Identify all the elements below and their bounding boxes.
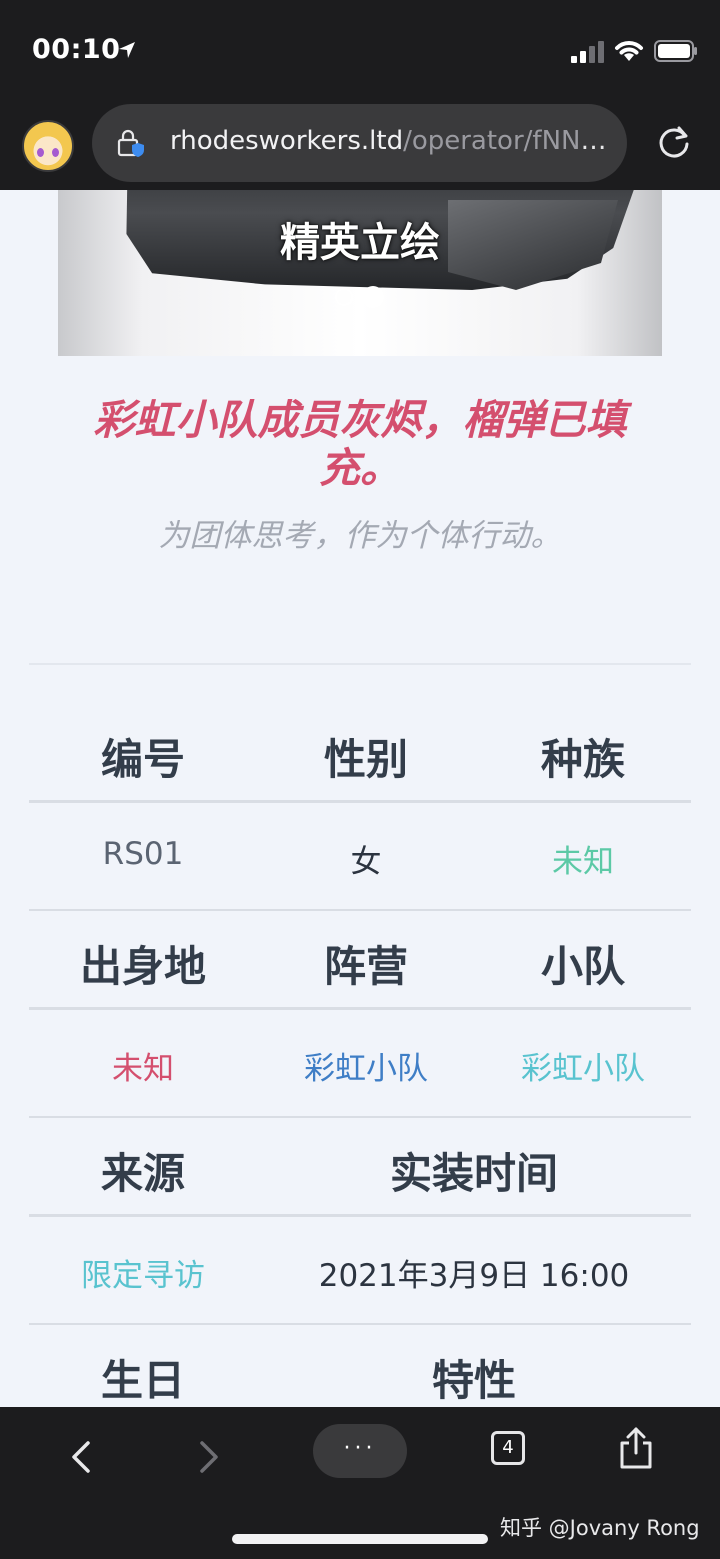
- header-id: 编号: [100, 735, 185, 784]
- browser-bottom-toolbar: ··· 4 知乎 @Jovany Rong: [0, 1407, 720, 1559]
- header-source: 来源: [100, 1149, 185, 1198]
- value-squad[interactable]: 彩虹小队: [475, 1043, 691, 1088]
- value-origin[interactable]: 未知: [29, 1043, 257, 1088]
- tabs-button[interactable]: 4: [491, 1431, 525, 1465]
- value-release-time: 2021年3月9日 16:00: [318, 1258, 630, 1294]
- header-gender: 性别: [323, 735, 408, 784]
- url-path: /operator/fNN2...: [403, 126, 620, 156]
- share-icon[interactable]: [616, 1425, 656, 1471]
- header-squad: 小队: [540, 942, 625, 991]
- header-trait: 特性: [431, 1356, 516, 1405]
- url-text: rhodesworkers.ltd/operator/fNN2...: [170, 126, 620, 156]
- carousel-dot-1[interactable]: [335, 288, 353, 306]
- artwork-carousel[interactable]: 精英立绘: [58, 190, 662, 356]
- avatar-eye: [37, 148, 44, 157]
- header-birthday: 生日: [100, 1356, 185, 1405]
- location-arrow-icon: [119, 42, 135, 58]
- section-divider: [29, 663, 691, 665]
- value-faction[interactable]: 彩虹小队: [257, 1043, 475, 1088]
- header-race: 种族: [540, 735, 625, 784]
- address-bar[interactable]: rhodesworkers.ltd/operator/fNN2...: [92, 104, 627, 182]
- more-dots-icon: ···: [343, 1436, 377, 1461]
- row-divider: [29, 800, 691, 803]
- watermark: 知乎 @Jovany Rong: [500, 1516, 700, 1540]
- status-time: 00:10: [32, 34, 121, 65]
- header-faction: 阵营: [323, 942, 408, 991]
- row-divider: [29, 1214, 691, 1217]
- lock-shield-icon: [117, 129, 144, 157]
- battery-icon: [654, 40, 697, 62]
- operator-quote: 彩虹小队成员灰烬，榴弹已填充。: [93, 396, 627, 492]
- carousel-caption: 精英立绘: [280, 220, 440, 266]
- browser-top-bar: 00:10 rhodesworkers.ltd/operator/fNN2...: [0, 0, 720, 190]
- operator-motto: 为团体思考，作为个体行动。: [158, 518, 562, 554]
- forward-icon[interactable]: [192, 1437, 226, 1477]
- reload-icon[interactable]: [655, 124, 693, 162]
- avatar-eye: [52, 148, 59, 157]
- cellular-signal-icon: [571, 41, 604, 63]
- row-divider: [29, 909, 691, 911]
- header-release-time: 实装时间: [389, 1149, 558, 1198]
- value-source[interactable]: 限定寻访: [29, 1250, 257, 1295]
- row-divider: [29, 1116, 691, 1118]
- value-gender: 女: [350, 844, 382, 880]
- header-origin: 出身地: [79, 942, 206, 991]
- back-icon[interactable]: [64, 1437, 98, 1477]
- value-race[interactable]: 未知: [475, 836, 691, 881]
- wifi-icon: [615, 41, 643, 61]
- carousel-dot-2-active[interactable]: [362, 286, 384, 308]
- row-divider: [29, 1007, 691, 1010]
- user-avatar[interactable]: [22, 120, 74, 172]
- value-id: RS01: [102, 836, 184, 872]
- menu-button[interactable]: ···: [313, 1424, 407, 1478]
- row-divider: [29, 1323, 691, 1325]
- url-domain: rhodesworkers.ltd: [170, 126, 404, 156]
- home-indicator[interactable]: [232, 1534, 488, 1544]
